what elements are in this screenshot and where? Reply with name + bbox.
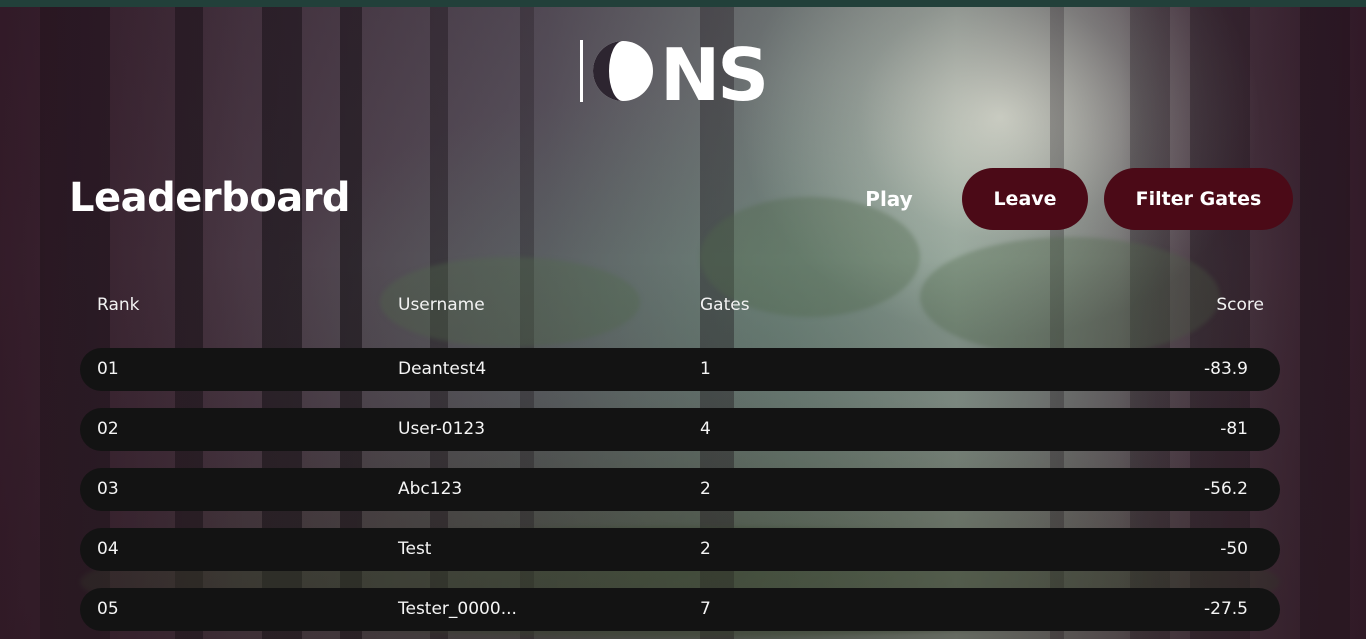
rank-cell: 05 [97,599,119,619]
rank-cell: 02 [97,419,119,439]
gates-cell: 4 [700,419,711,439]
score-cell: -27.5 [1204,599,1248,619]
table-row[interactable]: 04 Test 2 -50 [80,528,1280,571]
rank-cell: 04 [97,539,119,559]
username-cell: User-0123 [398,419,486,439]
table-row[interactable]: 01 Deantest4 1 -83.9 [80,348,1280,391]
table-row[interactable]: 03 Abc123 2 -56.2 [80,468,1280,511]
rank-cell: 03 [97,479,119,499]
username-cell: Test [398,539,432,559]
column-header-gates: Gates [700,295,750,315]
gates-cell: 2 [700,479,711,499]
page-title: Leaderboard [69,175,351,221]
score-cell: -83.9 [1204,359,1248,379]
table-row[interactable]: 05 Tester_0000... 7 -27.5 [80,588,1280,631]
table-row[interactable]: 02 User-0123 4 -81 [80,408,1280,451]
play-link[interactable]: Play [852,184,926,214]
score-cell: -50 [1220,539,1248,559]
username-cell: Tester_0000... [398,599,517,619]
leave-button[interactable]: Leave [962,168,1088,230]
ions-logo: NS [580,38,769,104]
top-strip [0,0,1366,7]
svg-text:NS: NS [660,38,766,104]
score-cell: -81 [1220,419,1248,439]
leaderboard-table-header: Rank Username Gates Score [80,290,1280,320]
gates-cell: 1 [700,359,711,379]
rank-cell: 01 [97,359,119,379]
username-cell: Deantest4 [398,359,487,379]
gates-cell: 7 [700,599,711,619]
column-header-score: Score [1216,295,1264,315]
leaderboard-table-body: 01 Deantest4 1 -83.9 02 User-0123 4 -81 … [80,348,1280,639]
column-header-rank: Rank [97,295,140,315]
filter-gates-button[interactable]: Filter Gates [1104,168,1293,230]
gates-cell: 2 [700,539,711,559]
score-cell: -56.2 [1204,479,1248,499]
username-cell: Abc123 [398,479,463,499]
column-header-username: Username [398,295,485,315]
